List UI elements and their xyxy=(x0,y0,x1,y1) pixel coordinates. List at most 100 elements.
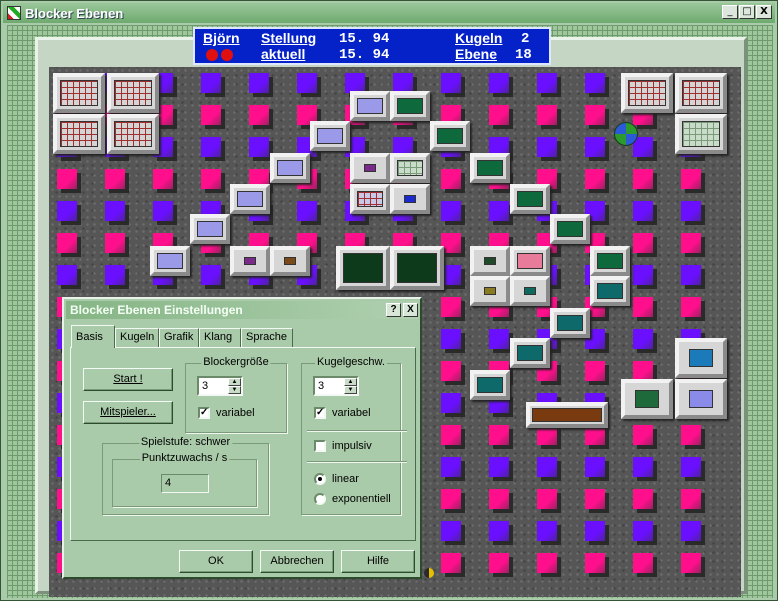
start-button-label: Start ! xyxy=(113,373,143,385)
start-button[interactable]: Start ! xyxy=(83,368,173,391)
bumper-square xyxy=(105,201,125,221)
app-icon xyxy=(7,6,21,20)
block xyxy=(621,73,673,113)
bumper-square xyxy=(441,233,461,253)
tab-klang[interactable]: Klang xyxy=(199,328,241,347)
linear-label: linear xyxy=(332,473,359,485)
bumper-square xyxy=(537,521,557,541)
bumper-square xyxy=(633,265,653,285)
hilfe-button[interactable]: Hilfe xyxy=(341,550,415,573)
maximize-button[interactable]: □ xyxy=(739,5,755,19)
bumper-square xyxy=(441,297,461,317)
blockergroesse-variabel-checkbox[interactable]: ✓ xyxy=(198,407,210,419)
bumper-square xyxy=(633,329,653,349)
settings-dialog: Blocker Ebenen Einstellungen ? X Basis K… xyxy=(62,297,422,579)
kugelgeschw-spinner[interactable]: 3 ▲ ▼ xyxy=(313,376,359,396)
mitspieler-button[interactable]: Mitspieler... xyxy=(83,401,173,424)
block xyxy=(590,246,630,276)
blockergroesse-label: Blockergröße xyxy=(201,356,271,368)
bumper-square xyxy=(441,393,461,413)
paddle xyxy=(526,402,608,428)
bumper-square xyxy=(441,361,461,381)
kugelgeschw-variabel-checkbox[interactable]: ✓ xyxy=(314,407,326,419)
block xyxy=(550,308,590,338)
blockergroesse-group: Blockergröße 3 ▲ ▼ ✓ variabel xyxy=(185,356,287,433)
abbrechen-button[interactable]: Abbrechen xyxy=(260,550,334,573)
linear-radio[interactable] xyxy=(314,473,326,485)
bumper-square xyxy=(153,169,173,189)
bumper-square xyxy=(393,73,413,93)
bumper-square xyxy=(441,73,461,93)
exponentiell-radio[interactable] xyxy=(314,493,326,505)
kugeln-label: Kugeln xyxy=(455,30,503,46)
spin-up-icon[interactable]: ▲ xyxy=(344,378,357,386)
title-bar[interactable]: Blocker Ebenen _ □ X xyxy=(3,3,775,23)
bumper-square xyxy=(585,361,605,381)
bumper-square xyxy=(57,169,77,189)
blockergroesse-spinner[interactable]: 3 ▲ ▼ xyxy=(197,376,243,396)
bumper-square xyxy=(585,521,605,541)
dialog-close-button[interactable]: X xyxy=(403,303,418,317)
tab-panel-basis: Start ! Mitspieler... Blockergröße 3 ▲ ▼… xyxy=(70,347,416,541)
bumper-square xyxy=(585,425,605,445)
ok-button[interactable]: OK xyxy=(179,550,253,573)
bumper-square xyxy=(585,73,605,93)
tab-basis[interactable]: Basis xyxy=(71,325,115,348)
life-icon xyxy=(206,49,218,61)
punktzuwachs-group: Punktzuwachs / s 4 xyxy=(112,452,257,507)
game-window: Blocker Ebenen _ □ X Björn Stellung 15. … xyxy=(0,0,778,601)
block xyxy=(350,91,390,121)
block xyxy=(621,379,673,419)
bumper-square xyxy=(441,553,461,573)
blockergroesse-variabel-label: variabel xyxy=(216,407,255,419)
block xyxy=(230,246,270,276)
impulsiv-checkbox[interactable] xyxy=(314,440,326,452)
close-button[interactable]: X xyxy=(756,5,772,19)
tab-kugeln[interactable]: Kugeln xyxy=(115,328,159,347)
kugelgeschw-group: Kugelgeschw. 3 ▲ ▼ ✓ variabel impulsiv l… xyxy=(301,356,401,515)
ebene-value: 18 xyxy=(515,47,532,63)
punktzuwachs-field: 4 xyxy=(161,474,209,493)
dialog-help-button[interactable]: ? xyxy=(386,303,401,317)
bumper-square xyxy=(585,137,605,157)
block xyxy=(53,114,105,154)
bumper-square xyxy=(681,425,701,445)
bumper-square xyxy=(57,233,77,253)
dialog-title[interactable]: Blocker Ebenen Einstellungen xyxy=(66,301,418,319)
bumper-square xyxy=(537,425,557,445)
punktzuwachs-label: Punktzuwachs / s xyxy=(139,452,230,464)
bumper-square xyxy=(345,73,365,93)
spin-up-icon[interactable]: ▲ xyxy=(228,378,241,386)
block xyxy=(107,114,159,154)
block xyxy=(550,214,590,244)
blockergroesse-value: 3 xyxy=(202,380,209,392)
spielstufe-group: Spielstufe: schwer Punktzuwachs / s 4 xyxy=(102,436,269,515)
block xyxy=(310,121,350,151)
ball-icon xyxy=(424,568,434,578)
bumper-square xyxy=(249,105,269,125)
ball-icon xyxy=(614,122,638,146)
spin-down-icon[interactable]: ▼ xyxy=(228,386,241,394)
tab-sprache[interactable]: Sprache xyxy=(241,328,293,347)
block xyxy=(336,246,390,290)
block xyxy=(150,246,190,276)
kugelgeschw-variabel-label: variabel xyxy=(332,407,371,419)
aktuell-value: 15. 94 xyxy=(339,47,390,63)
bumper-square xyxy=(57,201,77,221)
bumper-square xyxy=(297,73,317,93)
bumper-square xyxy=(441,521,461,541)
block xyxy=(190,214,230,244)
minimize-button[interactable]: _ xyxy=(722,5,738,19)
bumper-square xyxy=(489,201,509,221)
spin-down-icon[interactable]: ▼ xyxy=(344,386,357,394)
block xyxy=(390,184,430,214)
bumper-square xyxy=(105,265,125,285)
bumper-square xyxy=(489,73,509,93)
player-name: Björn xyxy=(203,30,240,46)
tab-grafik[interactable]: Grafik xyxy=(159,328,199,347)
bumper-square xyxy=(633,553,653,573)
bumper-square xyxy=(489,553,509,573)
block xyxy=(430,121,470,151)
bumper-square xyxy=(633,361,653,381)
bumper-square xyxy=(633,489,653,509)
